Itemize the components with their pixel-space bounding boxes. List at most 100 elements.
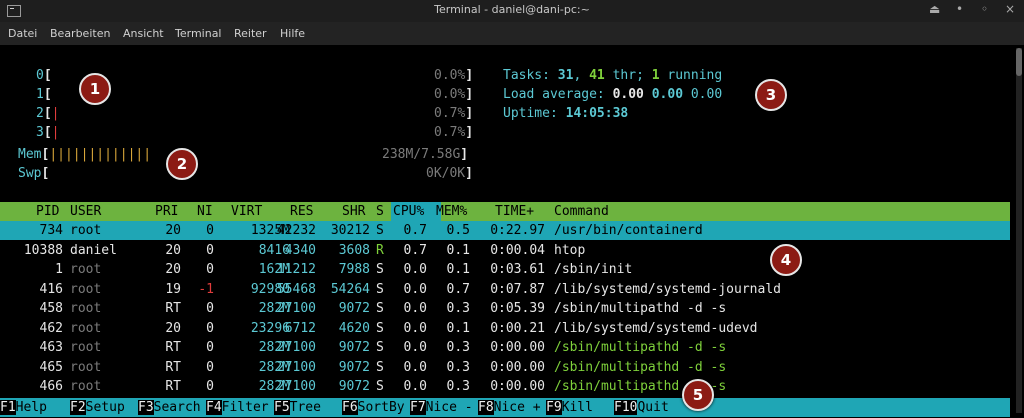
cell-user: root [70, 262, 102, 277]
fkey-quit[interactable]: F10Quit [614, 398, 669, 417]
col-pid[interactable]: PID [36, 202, 59, 221]
cell-state: R [376, 242, 384, 258]
cell-res: 4340 [284, 242, 316, 258]
cell-shr: 9072 [338, 359, 370, 375]
cell-ni: 0 [206, 301, 214, 316]
cell-command: htop [554, 242, 586, 258]
scrollbar-thumb[interactable] [1016, 48, 1022, 76]
cell-shr: 9072 [338, 340, 370, 355]
col-pri[interactable]: PRI [155, 202, 178, 221]
eject-icon[interactable]: ⏏ [929, 2, 940, 16]
terminal-area[interactable]: 0[ 0.0%] 1[ 0.0%] 2[| 0.7%] 3[| 0.7%] Me… [0, 45, 1024, 418]
fkey-key: F5 [274, 400, 290, 415]
cell-cpu: 0.0 [403, 320, 427, 336]
table-row[interactable]: 416 root 19 -1 92980 55468 54264 S 0.0 0.7 0:07.87… [0, 280, 1010, 299]
fkey-label: Nice - [425, 400, 473, 415]
cell-command: /lib/systemd/systemd-udevd [554, 320, 758, 336]
annotation-badge-1: 1 [79, 73, 111, 105]
minimize-icon[interactable]: • [956, 2, 963, 16]
fkey-label: Filter [221, 400, 269, 415]
tasks-summary: Tasks: 31, 41 thr; 1 running [503, 68, 723, 83]
cell-pri: 20 [165, 223, 181, 238]
table-row[interactable]: 458 root RT 0 282M 27100 9072 S 0.0 0.3 0:05.39/sb… [0, 299, 1010, 318]
annotation-badge-3: 3 [755, 79, 787, 111]
table-row[interactable]: 463 root RT 0 282M 27100 9072 S 0.0 0.3 0:00.00/sb… [0, 338, 1010, 357]
cell-command: /sbin/multipathd -d -s [554, 340, 727, 355]
fkey-sortby[interactable]: F6SortBy [342, 398, 405, 417]
menu-reiter[interactable]: Reiter [234, 27, 267, 40]
fkey-nice[interactable]: F8Nice + [478, 398, 541, 417]
menu-bearbeiten[interactable]: Bearbeiten [50, 27, 110, 40]
fkey-tree[interactable]: F5Tree [274, 398, 321, 417]
cell-pid: 465 [39, 359, 63, 375]
fkey-label: SortBy [357, 400, 405, 415]
cell-command: /sbin/init [554, 262, 633, 277]
cell-res: 6712 [284, 320, 316, 336]
col-user[interactable]: USER [70, 202, 101, 221]
cell-shr: 3608 [338, 242, 370, 258]
col-command[interactable]: Command [554, 202, 609, 221]
fkey-setup[interactable]: F2Setup [70, 398, 125, 417]
fkey-key: F2 [70, 400, 86, 415]
close-icon[interactable]: × [1005, 2, 1015, 16]
cell-user: root [70, 223, 102, 238]
cell-time: 0:07.87 [490, 281, 545, 297]
table-row[interactable]: 10388 daniel 20 0 8416 4340 3608 R 0.7 0.1 0:00.04… [0, 241, 1010, 260]
menu-ansicht[interactable]: Ansicht [123, 27, 164, 40]
table-row[interactable]: 465 root RT 0 282M 27100 9072 S 0.0 0.3 0:00.00/sb… [0, 358, 1010, 377]
fkey-kill[interactable]: F9Kill [546, 398, 593, 417]
cell-ni: 0 [206, 242, 214, 258]
cell-ni: 0 [206, 262, 214, 277]
cpu-meter-2-pct: 0.7%] [434, 106, 474, 121]
cell-pri: RT [165, 379, 181, 394]
scrollbar[interactable] [1016, 48, 1022, 413]
fkey-filter[interactable]: F4Filter [206, 398, 269, 417]
mem-value: 238M/7.58G] [382, 147, 469, 162]
cell-user: root [70, 301, 102, 316]
cpu-meter-0: 0[ [36, 68, 52, 83]
col-ni[interactable]: NI [197, 202, 213, 221]
cell-ni: 0 [206, 379, 214, 394]
col-time[interactable]: TIME+ [495, 202, 534, 221]
load-average: Load average: 0.00 0.00 0.00 [503, 87, 723, 102]
cell-pid: 416 [39, 281, 63, 297]
annotation-badge-5: 5 [682, 379, 714, 411]
cell-time: 0:00.04 [490, 242, 545, 258]
annotation-badge-4: 4 [770, 244, 802, 276]
table-row[interactable]: 466 root RT 0 282M 27100 9072 S 0.0 0.3 0:00.00/sb… [0, 377, 1010, 396]
col-cpu[interactable]: CPU% [393, 202, 424, 221]
cell-pri: RT [165, 359, 181, 375]
cell-pri: RT [165, 340, 181, 355]
swp-meter: Swp[ [18, 166, 50, 181]
cell-pid: 462 [39, 320, 63, 336]
table-row[interactable]: 734 root 20 0 1325M 42232 30212 S 0.7 0.5 0:22.97/… [0, 221, 1010, 240]
cell-res: 11212 [276, 262, 316, 277]
col-mem[interactable]: MEM% [436, 202, 467, 221]
cell-cpu: 0.7 [403, 242, 427, 258]
table-row[interactable]: 462 root 20 0 23296 6712 4620 S 0.0 0.1 0:00.21/li… [0, 319, 1010, 338]
menu-hilfe[interactable]: Hilfe [280, 27, 305, 40]
cell-mem: 0.5 [446, 223, 470, 238]
col-shr[interactable]: SHR [342, 202, 365, 221]
fkey-nice[interactable]: F7Nice - [410, 398, 473, 417]
cell-command: /sbin/multipathd -d -s [554, 301, 727, 316]
col-state[interactable]: S [376, 202, 384, 221]
fkey-search[interactable]: F3Search [138, 398, 201, 417]
restore-icon[interactable]: ◦ [981, 2, 988, 16]
cell-ni: -1 [198, 281, 214, 297]
cell-mem: 0.1 [446, 262, 470, 277]
cell-res: 27100 [276, 379, 316, 394]
menu-datei[interactable]: Datei [8, 27, 37, 40]
menu-bar: Datei Bearbeiten Ansicht Terminal Reiter… [0, 22, 1024, 45]
fkey-key: F1 [0, 400, 16, 415]
fkey-help[interactable]: F1Help [0, 398, 47, 417]
fkey-key: F9 [546, 400, 562, 415]
cell-mem: 0.1 [446, 242, 470, 258]
table-row[interactable]: 1 root 20 0 162M 11212 7988 S 0.0 0.1 0:03.61/sbin… [0, 260, 1010, 279]
cell-time: 0:00.00 [490, 340, 545, 355]
cell-mem: 0.3 [446, 379, 470, 394]
cell-pri: 20 [165, 320, 181, 336]
col-res[interactable]: RES [290, 202, 313, 221]
menu-terminal[interactable]: Terminal [175, 27, 222, 40]
col-virt[interactable]: VIRT [231, 202, 262, 221]
